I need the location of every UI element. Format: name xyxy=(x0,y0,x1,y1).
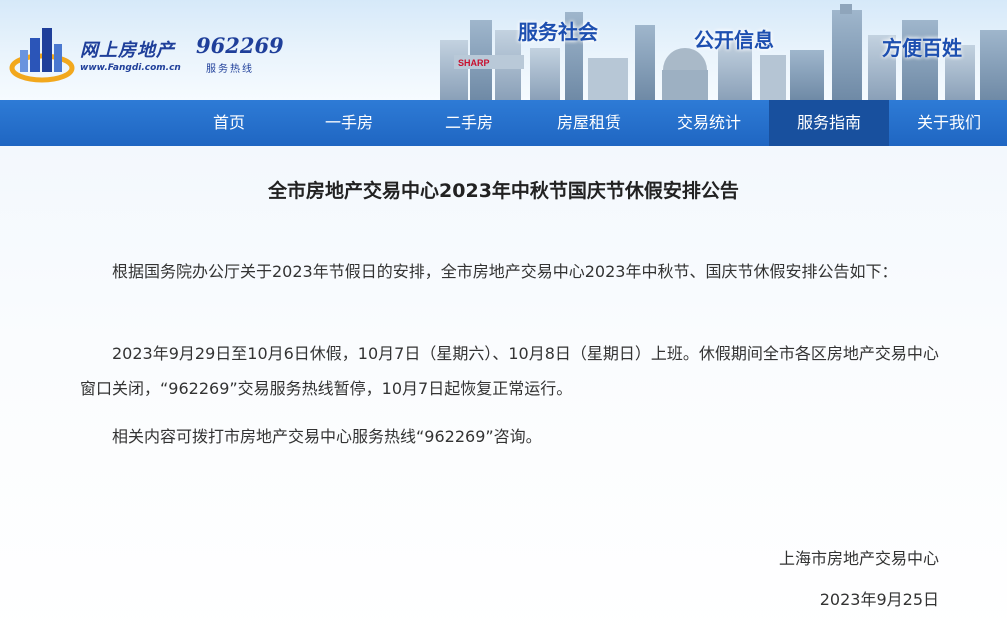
sharp-billboard: SHARP xyxy=(458,58,490,68)
logo-url: www.Fangdi.com.cn xyxy=(80,63,181,73)
logo-text: 网上房地产 xyxy=(80,40,175,61)
nav-item-service-guide[interactable]: 服务指南 xyxy=(769,100,889,146)
nav-item-home[interactable]: 首页 xyxy=(169,100,289,146)
article-paragraph-1: 根据国务院办公厅关于2023年节假日的安排，全市房地产交易中心2023年中秋节、… xyxy=(112,262,898,281)
nav-item-new-homes[interactable]: 一手房 xyxy=(289,100,409,146)
main-nav: 首页 一手房 二手房 房屋租赁 交易统计 服务指南 关于我们 xyxy=(0,100,1007,146)
site-header: SHARP 网上房地产 www.Fangdi.com.cn 962269 服务热… xyxy=(0,0,1007,100)
article-paragraph-2: 2023年9月29日至10月6日休假，10月7日（星期六）、10月8日（星期日）… xyxy=(80,344,939,398)
nav-item-resale-homes[interactable]: 二手房 xyxy=(409,100,529,146)
hotline-number: 962269 xyxy=(196,33,284,58)
slogan-convenience: 方便百姓 xyxy=(882,36,962,60)
signature-date: 2023年9月25日 xyxy=(819,590,939,609)
article-paragraph-3: 相关内容可拨打市房地产交易中心服务热线“962269”咨询。 xyxy=(112,427,542,446)
fangdi-logo-icon xyxy=(9,28,75,83)
signature-organization: 上海市房地产交易中心 xyxy=(778,549,939,568)
nav-item-statistics[interactable]: 交易统计 xyxy=(649,100,769,146)
nav-item-about-us[interactable]: 关于我们 xyxy=(889,100,1007,146)
slogan-serve-society: 服务社会 xyxy=(518,20,598,44)
article-title: 全市房地产交易中心2023年中秋节国庆节休假安排公告 xyxy=(268,180,739,202)
hotline-label: 服务热线 xyxy=(206,64,254,75)
slogan-open-info: 公开信息 xyxy=(694,28,774,52)
nav-item-rental[interactable]: 房屋租赁 xyxy=(529,100,649,146)
